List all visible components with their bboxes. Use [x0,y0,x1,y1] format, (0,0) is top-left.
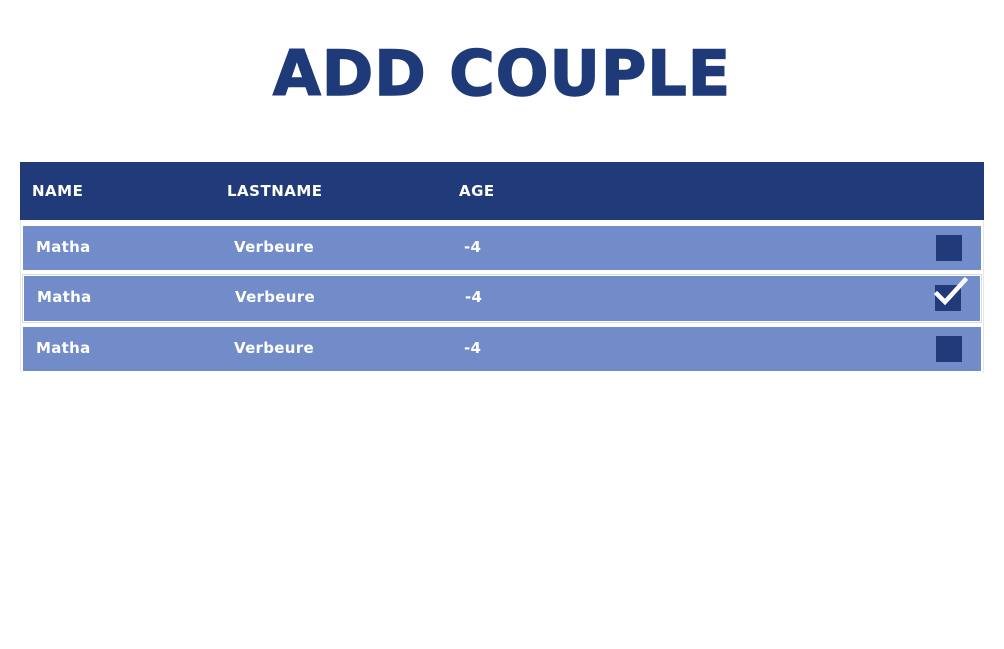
table-row[interactable]: Matha Verbeure -4 [23,327,981,371]
table-row[interactable]: Matha Verbeure -4 [23,226,981,270]
table-row[interactable]: Matha Verbeure -4 [22,274,982,323]
row-age: -4 [465,288,483,306]
column-header-lastname: LASTNAME [227,182,323,200]
page-title: ADD COUPLE [272,37,732,110]
row-name: Matha [36,238,91,256]
table-header: NAME LASTNAME AGE [20,162,984,220]
row-checkbox[interactable] [936,235,962,261]
checkmark-icon [933,276,969,306]
couple-table: NAME LASTNAME AGE Matha Verbeure -4 Math… [20,162,984,373]
row-name: Matha [37,288,92,306]
column-header-age: AGE [459,182,495,200]
row-checkbox-checked[interactable] [933,276,969,311]
row-age: -4 [464,339,482,357]
column-header-name: NAME [32,182,84,200]
row-lastname: Verbeure [234,339,314,357]
row-checkbox[interactable] [936,336,962,362]
row-lastname: Verbeure [234,238,314,256]
row-name: Matha [36,339,91,357]
add-couple-page: ADD COUPLE NAME LASTNAME AGE Matha Verbe… [0,0,1004,649]
row-lastname: Verbeure [235,288,315,306]
table-body: Matha Verbeure -4 Matha Verbeure -4 Math… [20,220,984,373]
row-age: -4 [464,238,482,256]
